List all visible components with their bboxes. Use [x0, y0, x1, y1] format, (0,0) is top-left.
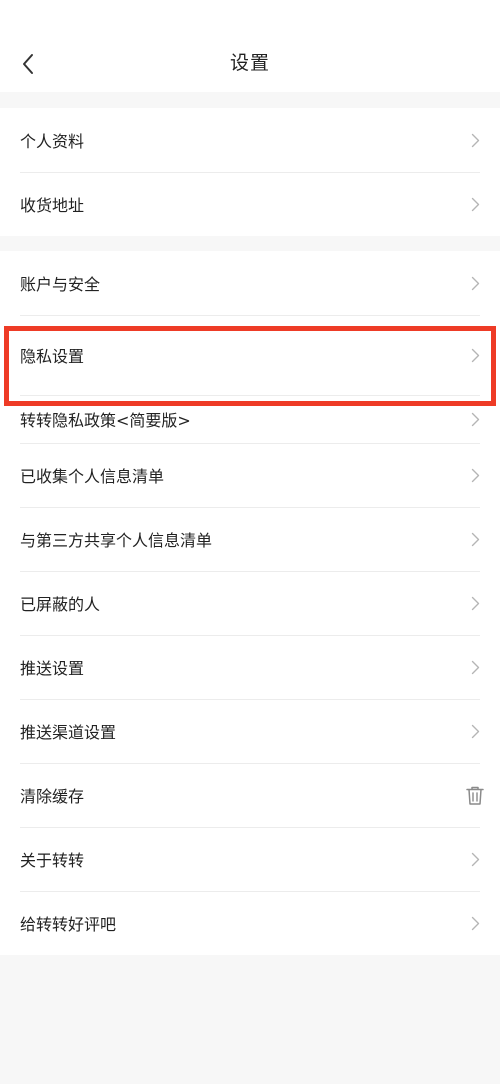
settings-item-privacy-settings[interactable]: 隐私设置 — [0, 315, 500, 395]
page-title: 设置 — [229, 52, 270, 74]
settings-item-label: 关于转转 — [20, 851, 85, 870]
settings-item-label: 已屏蔽的人 — [20, 595, 101, 614]
settings-item-push-settings[interactable]: 推送设置 — [0, 635, 500, 699]
settings-item-privacy-policy[interactable]: 转转隐私政策<简要版> — [0, 395, 500, 443]
chevron-right-icon — [470, 467, 480, 483]
trash-icon[interactable] — [464, 784, 486, 806]
chevron-right-icon — [470, 851, 480, 867]
chevron-right-icon — [470, 659, 480, 675]
settings-item-about[interactable]: 关于转转 — [0, 827, 500, 891]
settings-item-collected-info-list[interactable]: 已收集个人信息清单 — [0, 443, 500, 507]
settings-item-label: 隐私设置 — [20, 347, 85, 366]
settings-item-label: 收货地址 — [20, 196, 85, 215]
chevron-right-icon — [470, 347, 480, 363]
settings-item-clear-cache[interactable]: 清除缓存 — [0, 763, 500, 827]
settings-item-label: 给转转好评吧 — [20, 915, 117, 934]
settings-item-third-party-sharing-list[interactable]: 与第三方共享个人信息清单 — [0, 507, 500, 571]
chevron-right-icon — [470, 915, 480, 931]
settings-item-blocked-users[interactable]: 已屏蔽的人 — [0, 571, 500, 635]
settings-item-label: 账户与安全 — [20, 275, 101, 294]
settings-item-push-channel-settings[interactable]: 推送渠道设置 — [0, 699, 500, 763]
settings-item-label: 已收集个人信息清单 — [20, 467, 165, 486]
chevron-right-icon — [470, 132, 480, 148]
settings-item-account-security[interactable]: 账户与安全 — [0, 251, 500, 315]
settings-item-label: 个人资料 — [20, 132, 85, 151]
chevron-right-icon — [470, 196, 480, 212]
settings-item-label: 转转隐私政策<简要版> — [20, 411, 191, 430]
chevron-right-icon — [470, 411, 480, 427]
settings-item-label: 与第三方共享个人信息清单 — [20, 531, 213, 550]
chevron-right-icon — [470, 723, 480, 739]
settings-item-label: 推送渠道设置 — [20, 723, 117, 742]
settings-group-profile: 个人资料 收货地址 — [0, 108, 500, 236]
settings-item-label: 推送设置 — [20, 659, 85, 678]
top-bar: 设置 — [0, 0, 500, 92]
chevron-right-icon — [470, 595, 480, 611]
settings-item-label: 清除缓存 — [20, 787, 85, 806]
settings-item-profile[interactable]: 个人资料 — [0, 108, 500, 172]
chevron-right-icon — [470, 275, 480, 291]
chevron-right-icon — [470, 531, 480, 547]
settings-group-main: 账户与安全 隐私设置 转转隐私政策<简要版> 已收集个人信息清单 与第三方共享个… — [0, 251, 500, 955]
settings-item-rate-app[interactable]: 给转转好评吧 — [0, 891, 500, 955]
settings-item-shipping-address[interactable]: 收货地址 — [0, 172, 500, 236]
